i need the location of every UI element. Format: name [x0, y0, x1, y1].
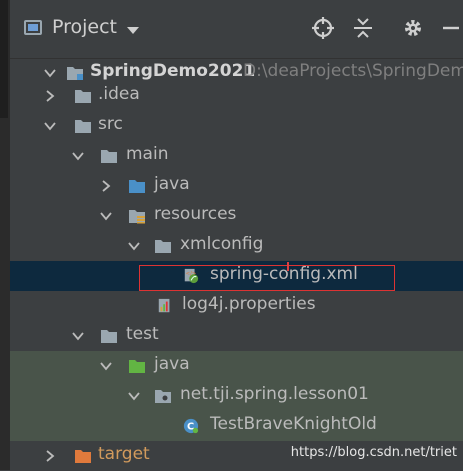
- test-label: test: [126, 324, 159, 344]
- chevron-right-icon[interactable]: [42, 448, 58, 464]
- resources-label: resources: [154, 204, 237, 224]
- log4j-label: log4j.properties: [182, 294, 316, 314]
- tree-item-package[interactable]: net.tji.spring.lesson01: [10, 381, 463, 411]
- project-tree: SpringDemo2021 D:\deaProjects\SpringDem …: [10, 58, 463, 470]
- settings-gear-icon[interactable]: [400, 14, 426, 42]
- tree-item-main[interactable]: main: [10, 141, 463, 171]
- chevron-down-icon[interactable]: [70, 148, 86, 164]
- tree-item-test-java[interactable]: java: [10, 351, 463, 381]
- folder-icon: [155, 240, 171, 253]
- panel-title: Project: [52, 16, 118, 38]
- chevron-down-icon[interactable]: [98, 208, 114, 224]
- module-folder-icon: [67, 67, 83, 80]
- src-label: src: [98, 114, 123, 134]
- folder-icon: [75, 90, 91, 103]
- chevron-right-icon[interactable]: [98, 178, 114, 194]
- tree-item-xmlconfig[interactable]: xmlconfig: [10, 231, 463, 261]
- project-panel-header: Project: [10, 0, 463, 59]
- chevron-down-icon[interactable]: [42, 65, 58, 81]
- chevron-down-icon[interactable]: [98, 358, 114, 374]
- folder-icon: [75, 120, 91, 133]
- package-icon: [155, 390, 171, 403]
- tree-item-java[interactable]: java: [10, 171, 463, 201]
- chevron-down-icon[interactable]: [42, 118, 58, 134]
- java-label: java: [154, 174, 190, 194]
- spring-config-label: spring-config.xml: [210, 264, 358, 284]
- collapse-all-icon[interactable]: [350, 14, 376, 42]
- left-tool-strip: [0, 0, 10, 470]
- chevron-down-icon[interactable]: [70, 328, 86, 344]
- root-path: D:\deaProjects\SpringDem: [243, 61, 463, 81]
- tree-item-test-class[interactable]: C TestBraveKnightOld: [10, 411, 463, 441]
- resources-folder-icon: [129, 210, 145, 224]
- project-view-icon: [24, 20, 42, 35]
- chevron-right-icon[interactable]: [42, 88, 58, 104]
- root-label: SpringDemo2021: [90, 61, 256, 81]
- main-label: main: [126, 144, 169, 164]
- locate-file-icon[interactable]: [310, 14, 336, 42]
- tree-item-src[interactable]: src: [10, 111, 463, 141]
- spring-xml-file-icon: </>: [184, 268, 199, 284]
- package-label: net.tji.spring.lesson01: [180, 384, 369, 404]
- excluded-folder-icon: [75, 450, 91, 463]
- tree-item-resources[interactable]: resources: [10, 201, 463, 231]
- properties-file-icon: [158, 298, 170, 313]
- folder-icon: [101, 330, 117, 343]
- test-class-label: TestBraveKnightOld: [210, 414, 377, 434]
- test-java-label: java: [154, 354, 190, 374]
- view-selector-chevron-icon[interactable]: [127, 27, 139, 34]
- tree-item-test[interactable]: test: [10, 321, 463, 351]
- test-source-folder-icon: [129, 360, 145, 373]
- hide-panel-icon[interactable]: [438, 14, 463, 42]
- annotation-caret-mark: [287, 262, 289, 271]
- chevron-down-icon[interactable]: [126, 238, 142, 254]
- tree-item-log4j[interactable]: log4j.properties: [10, 291, 463, 321]
- project-tool-tab[interactable]: [0, 0, 8, 118]
- target-label: target: [98, 444, 150, 464]
- folder-icon: [101, 150, 117, 163]
- chevron-down-icon[interactable]: [126, 388, 142, 404]
- tree-item-idea[interactable]: .idea: [10, 81, 463, 111]
- class-icon: C: [183, 418, 199, 434]
- watermark: https://blog.csdn.net/triet: [290, 445, 457, 460]
- xmlconfig-label: xmlconfig: [180, 234, 264, 254]
- source-folder-icon: [129, 180, 145, 193]
- tree-item-spring-config[interactable]: </> spring-config.xml: [10, 261, 463, 291]
- idea-label: .idea: [98, 84, 140, 104]
